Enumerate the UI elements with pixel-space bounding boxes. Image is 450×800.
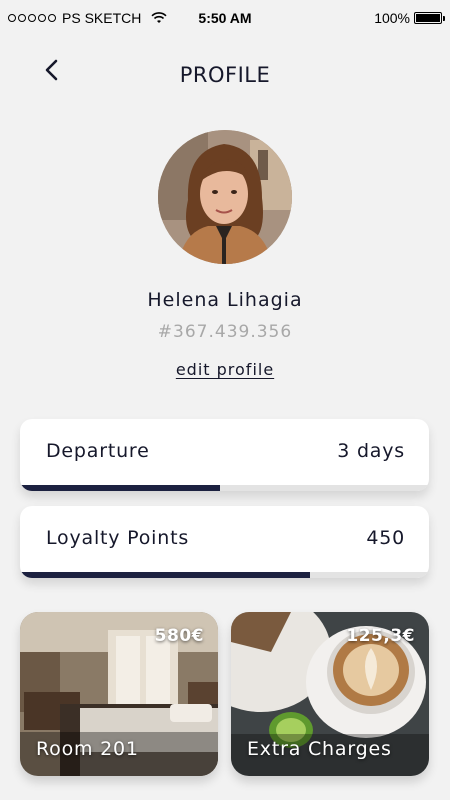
battery-percent: 100% bbox=[374, 10, 410, 26]
extra-charges-label: Extra Charges bbox=[247, 738, 392, 760]
loyalty-progress-fill bbox=[20, 572, 311, 578]
profile-name: Helena Lihagia bbox=[147, 289, 303, 311]
battery-icon bbox=[414, 12, 445, 24]
departure-label: Departure bbox=[46, 440, 150, 462]
edit-profile-link[interactable]: edit profile bbox=[176, 360, 274, 379]
departure-card[interactable]: Departure 3 days bbox=[20, 419, 429, 491]
loyalty-card[interactable]: Loyalty Points 450 bbox=[20, 506, 429, 578]
loyalty-label: Loyalty Points bbox=[46, 527, 190, 549]
room-tile[interactable]: 580€ Room 201 bbox=[20, 612, 218, 776]
loyalty-value: 450 bbox=[366, 527, 405, 549]
room-price: 580€ bbox=[154, 626, 204, 646]
departure-progress-track bbox=[20, 485, 429, 491]
extra-charges-price: 125,3€ bbox=[346, 626, 415, 646]
loyalty-progress-track bbox=[20, 572, 429, 578]
status-right: 100% bbox=[374, 10, 445, 26]
room-label: Room 201 bbox=[36, 738, 139, 760]
extra-charges-tile[interactable]: 125,3€ Extra Charges bbox=[231, 612, 429, 776]
departure-value: 3 days bbox=[337, 440, 405, 462]
edit-profile-row: edit profile bbox=[0, 360, 450, 379]
avatar-photo bbox=[158, 130, 292, 264]
member-id: #367.439.356 bbox=[157, 322, 293, 342]
page-title: PROFILE bbox=[179, 63, 271, 87]
status-bar: PS SKETCH 5:50 AM 100% bbox=[0, 0, 450, 36]
avatar[interactable] bbox=[158, 130, 292, 264]
departure-progress-fill bbox=[20, 485, 221, 491]
